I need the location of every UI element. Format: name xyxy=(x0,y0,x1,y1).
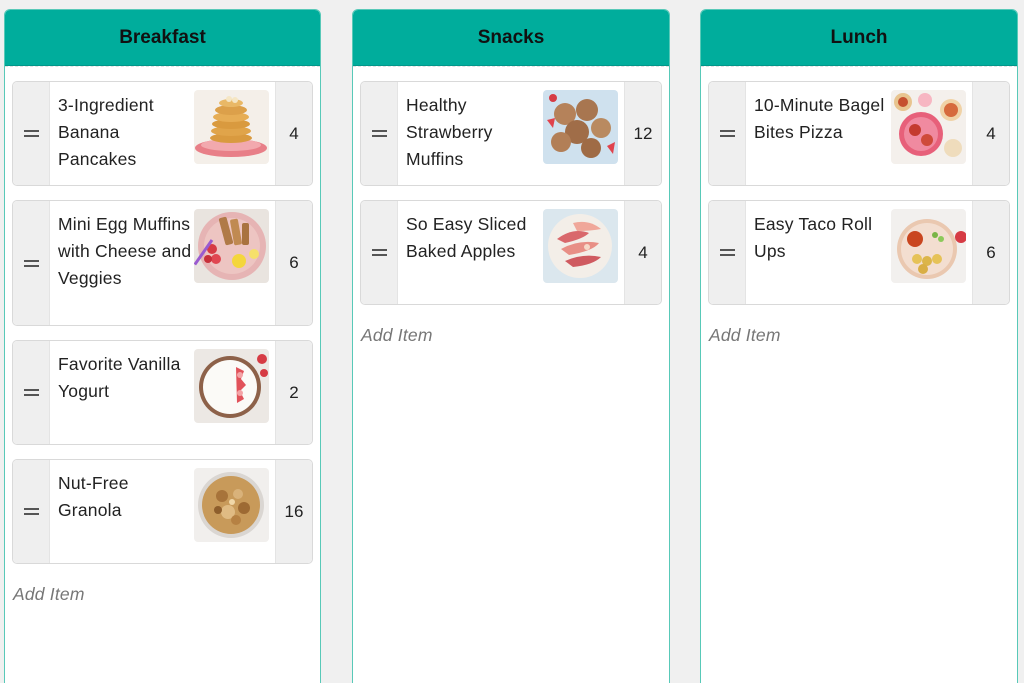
column-breakfast: Breakfast 3-Ingredient Banana Pancakes 4… xyxy=(4,9,321,683)
column-snacks: Snacks Healthy Strawberry Muffins 12 So … xyxy=(352,9,670,683)
column-header: Breakfast xyxy=(5,10,320,66)
drag-handle-icon xyxy=(371,249,387,256)
quantity[interactable]: 4 xyxy=(275,82,312,185)
taco-roll-ups-image xyxy=(891,209,966,283)
baked-apples-image xyxy=(543,209,618,283)
drag-handle-icon xyxy=(23,508,39,515)
drag-handle[interactable] xyxy=(13,341,50,444)
drag-handle-icon xyxy=(371,130,387,137)
column-body: 3-Ingredient Banana Pancakes 4 Mini Egg … xyxy=(5,66,320,605)
granola-jar-image xyxy=(194,468,269,542)
add-item-link[interactable]: Add Item xyxy=(360,319,662,346)
drag-handle[interactable] xyxy=(361,82,398,185)
recipe-title[interactable]: Favorite Vanilla Yogurt xyxy=(58,349,194,444)
bagel-bites-image xyxy=(891,90,966,164)
recipe-title[interactable]: Easy Taco Roll Ups xyxy=(754,209,891,304)
egg-muffins-plate-image xyxy=(194,209,269,283)
recipe-title[interactable]: Healthy Strawberry Muffins xyxy=(406,90,543,185)
recipe-card[interactable]: So Easy Sliced Baked Apples 4 xyxy=(360,200,662,305)
quantity[interactable]: 4 xyxy=(624,201,661,304)
column-lunch: Lunch 10-Minute Bagel Bites Pizza 4 Easy… xyxy=(700,9,1018,683)
quantity[interactable]: 2 xyxy=(275,341,312,444)
recipe-card[interactable]: Mini Egg Muffins with Cheese and Veggies xyxy=(12,200,313,326)
drag-handle-icon xyxy=(23,389,39,396)
recipe-card[interactable]: Healthy Strawberry Muffins 12 xyxy=(360,81,662,186)
column-header: Lunch xyxy=(701,10,1017,66)
recipe-title[interactable]: Nut-Free Granola xyxy=(58,468,194,563)
column-header: Snacks xyxy=(353,10,669,66)
drag-handle-icon xyxy=(23,130,39,137)
strawberry-muffins-image xyxy=(543,90,618,164)
meal-plan-board: Breakfast 3-Ingredient Banana Pancakes 4… xyxy=(0,0,1024,683)
yogurt-bowl-image xyxy=(194,349,269,423)
quantity[interactable]: 6 xyxy=(972,201,1009,304)
recipe-card[interactable]: Nut-Free Granola 16 xyxy=(12,459,313,564)
quantity[interactable]: 4 xyxy=(972,82,1009,185)
drag-handle-icon xyxy=(23,259,39,267)
drag-handle-icon xyxy=(719,130,735,137)
drag-handle[interactable] xyxy=(13,201,50,325)
recipe-card[interactable]: Favorite Vanilla Yogurt 2 xyxy=(12,340,313,445)
quantity[interactable]: 6 xyxy=(275,201,312,325)
drag-handle[interactable] xyxy=(13,460,50,563)
recipe-title[interactable]: So Easy Sliced Baked Apples xyxy=(406,209,543,304)
recipe-title[interactable]: 10-Minute Bagel Bites Pizza xyxy=(754,90,891,185)
quantity[interactable]: 16 xyxy=(275,460,312,563)
recipe-card[interactable]: Easy Taco Roll Ups 6 xyxy=(708,200,1010,305)
column-body: Healthy Strawberry Muffins 12 So Easy Sl… xyxy=(353,66,669,346)
pancake-stack-image xyxy=(194,90,269,164)
drag-handle[interactable] xyxy=(709,82,746,185)
recipe-card[interactable]: 3-Ingredient Banana Pancakes 4 xyxy=(12,81,313,186)
drag-handle-icon xyxy=(719,249,735,256)
add-item-link[interactable]: Add Item xyxy=(12,578,313,605)
quantity[interactable]: 12 xyxy=(624,82,661,185)
recipe-title[interactable]: Mini Egg Muffins with Cheese and Veggies xyxy=(58,209,194,325)
recipe-card[interactable]: 10-Minute Bagel Bites Pizza 4 xyxy=(708,81,1010,186)
add-item-link[interactable]: Add Item xyxy=(708,319,1010,346)
drag-handle[interactable] xyxy=(361,201,398,304)
recipe-title[interactable]: 3-Ingredient Banana Pancakes xyxy=(58,90,194,185)
column-body: 10-Minute Bagel Bites Pizza 4 Easy Taco … xyxy=(701,66,1017,346)
drag-handle[interactable] xyxy=(709,201,746,304)
drag-handle[interactable] xyxy=(13,82,50,185)
